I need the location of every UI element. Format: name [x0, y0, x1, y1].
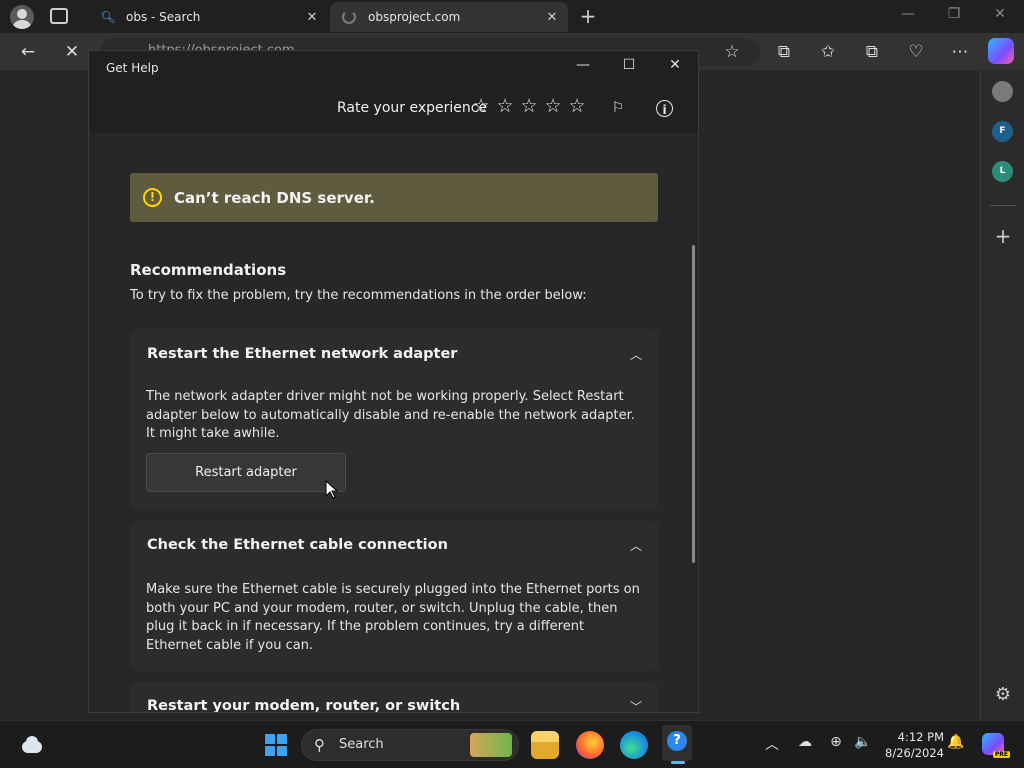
- loading-spinner-icon: [342, 10, 356, 24]
- get-help-window: Get Help — ☐ ✕ Rate your experience ☆ ☆ …: [88, 50, 699, 713]
- chevron-up-icon[interactable]: ︿: [630, 346, 642, 363]
- copilot-icon[interactable]: [988, 38, 1014, 64]
- star-3-icon[interactable]: ☆: [517, 95, 541, 117]
- browser-essentials-icon[interactable]: ♡: [904, 40, 928, 64]
- tab-actions-icon[interactable]: [50, 8, 68, 24]
- rating-stars: ☆ ☆ ☆ ☆ ☆: [469, 95, 589, 117]
- star-2-icon[interactable]: ☆: [493, 95, 517, 117]
- star-4-icon[interactable]: ☆: [541, 95, 565, 117]
- sidebar-item-l[interactable]: L: [992, 161, 1013, 182]
- restart-adapter-button[interactable]: Restart adapter: [146, 453, 346, 492]
- chevron-down-icon[interactable]: ﹀: [630, 698, 642, 712]
- more-menu-icon[interactable]: ⋯: [948, 40, 972, 64]
- edge-icon[interactable]: [620, 731, 648, 759]
- help-icon: ?: [667, 731, 687, 751]
- new-tab-button[interactable]: +: [578, 4, 598, 28]
- stop-loading-icon[interactable]: ✕: [60, 40, 84, 64]
- collections-icon[interactable]: ⧉: [860, 40, 884, 64]
- taskbar: ⚲ Search ? ︿ ☁ ⊕ 🔈 4:12 PM 8/26/2024 🔔: [0, 720, 1024, 768]
- browser-restore-button[interactable]: ❐: [944, 6, 964, 22]
- back-arrow-icon[interactable]: ←: [16, 40, 40, 64]
- clock-date: 8/26/2024: [885, 746, 944, 760]
- copilot-taskbar-icon[interactable]: [982, 733, 1010, 758]
- recommendations-heading: Recommendations: [130, 261, 287, 279]
- split-screen-icon[interactable]: ⧉: [772, 40, 796, 64]
- browser-minimize-button[interactable]: —: [898, 6, 918, 22]
- show-hidden-icons-chevron-icon[interactable]: ︿: [762, 734, 782, 754]
- start-tile: [265, 734, 275, 744]
- sidebar-item-f[interactable]: F: [992, 121, 1013, 142]
- minimize-button[interactable]: —: [571, 57, 595, 73]
- tab-title: obs - Search: [126, 10, 201, 24]
- taskbar-search-box[interactable]: ⚲ Search: [301, 729, 519, 761]
- maximize-button[interactable]: ☐: [617, 57, 641, 73]
- tab-title: obsproject.com: [368, 10, 461, 24]
- system-clock[interactable]: 4:12 PM 8/26/2024: [880, 729, 944, 761]
- start-tile: [277, 746, 287, 756]
- help-header: Rate your experience ☆ ☆ ☆ ☆ ☆ ⚐ i: [89, 87, 698, 133]
- card-check-cable: Check the Ethernet cable connection ︿ Ma…: [130, 521, 658, 671]
- card-title[interactable]: Restart your modem, router, or switch: [147, 698, 460, 712]
- warning-icon: !: [143, 188, 162, 207]
- browser-close-button[interactable]: ✕: [990, 6, 1010, 22]
- scrollbar[interactable]: [692, 245, 695, 563]
- notifications-bell-icon[interactable]: 🔔: [946, 734, 966, 750]
- card-restart-modem: Restart your modem, router, or switch ﹀: [130, 682, 658, 712]
- favorites-icon[interactable]: ✩: [816, 40, 840, 64]
- card-description: Make sure the Ethernet cable is securely…: [146, 582, 640, 653]
- help-body: ! Can’t reach DNS server. Recommendation…: [89, 133, 698, 712]
- favorite-star-icon[interactable]: ☆: [720, 40, 744, 64]
- network-globe-icon[interactable]: ⊕: [826, 734, 846, 750]
- get-help-app-icon[interactable]: ?: [662, 725, 692, 764]
- search-icon: ⚲: [314, 736, 325, 754]
- feedback-icon[interactable]: ⚐: [607, 97, 629, 119]
- sidebar-divider: [990, 205, 1016, 206]
- info-icon[interactable]: i: [656, 100, 673, 117]
- card-restart-adapter: Restart the Ethernet network adapter ︿ T…: [130, 329, 658, 509]
- firefox-icon[interactable]: [576, 731, 604, 759]
- browser-tab-bar: 🔍︎ obs - Search ✕ obsproject.com ✕ + — ❐…: [0, 0, 1024, 33]
- search-icon: 🔍︎: [100, 10, 116, 24]
- tab-close-icon[interactable]: ✕: [302, 10, 322, 25]
- add-sidebar-app-icon[interactable]: +: [993, 224, 1013, 248]
- onedrive-icon[interactable]: ☁: [795, 734, 815, 750]
- weather-widget-icon[interactable]: [20, 733, 44, 757]
- star-1-icon[interactable]: ☆: [469, 95, 493, 117]
- start-tile: [265, 746, 275, 756]
- start-button[interactable]: [265, 734, 287, 756]
- search-label: Search: [339, 737, 384, 752]
- search-highlight-image: [470, 733, 512, 757]
- file-explorer-icon[interactable]: [531, 731, 559, 759]
- clock-time: 4:12 PM: [897, 730, 944, 744]
- chevron-up-icon[interactable]: ︿: [630, 537, 642, 554]
- tab-close-icon[interactable]: ✕: [542, 10, 562, 25]
- tab-obs-search[interactable]: 🔍︎ obs - Search ✕: [88, 2, 328, 32]
- start-tile: [277, 734, 287, 744]
- recommendations-subtitle: To try to fix the problem, try the recom…: [130, 288, 587, 303]
- card-title[interactable]: Restart the Ethernet network adapter: [147, 346, 457, 362]
- tab-obsproject[interactable]: obsproject.com ✕: [330, 2, 568, 32]
- card-description: The network adapter driver might not be …: [146, 389, 635, 441]
- close-button[interactable]: ✕: [663, 57, 687, 73]
- sidebar-settings-icon[interactable]: ⚙: [993, 684, 1013, 705]
- volume-muted-icon[interactable]: 🔈: [853, 734, 873, 750]
- card-title[interactable]: Check the Ethernet cable connection: [147, 537, 448, 553]
- profile-avatar[interactable]: [10, 5, 34, 29]
- sidebar-item-search[interactable]: [992, 81, 1013, 102]
- alert-message: Can’t reach DNS server.: [174, 188, 375, 207]
- dns-alert-banner: ! Can’t reach DNS server.: [130, 173, 658, 222]
- star-5-icon[interactable]: ☆: [565, 95, 589, 117]
- window-title: Get Help: [106, 61, 159, 75]
- browser-sidebar: F L + ⚙: [980, 70, 1024, 720]
- rate-label: Rate your experience: [337, 100, 488, 116]
